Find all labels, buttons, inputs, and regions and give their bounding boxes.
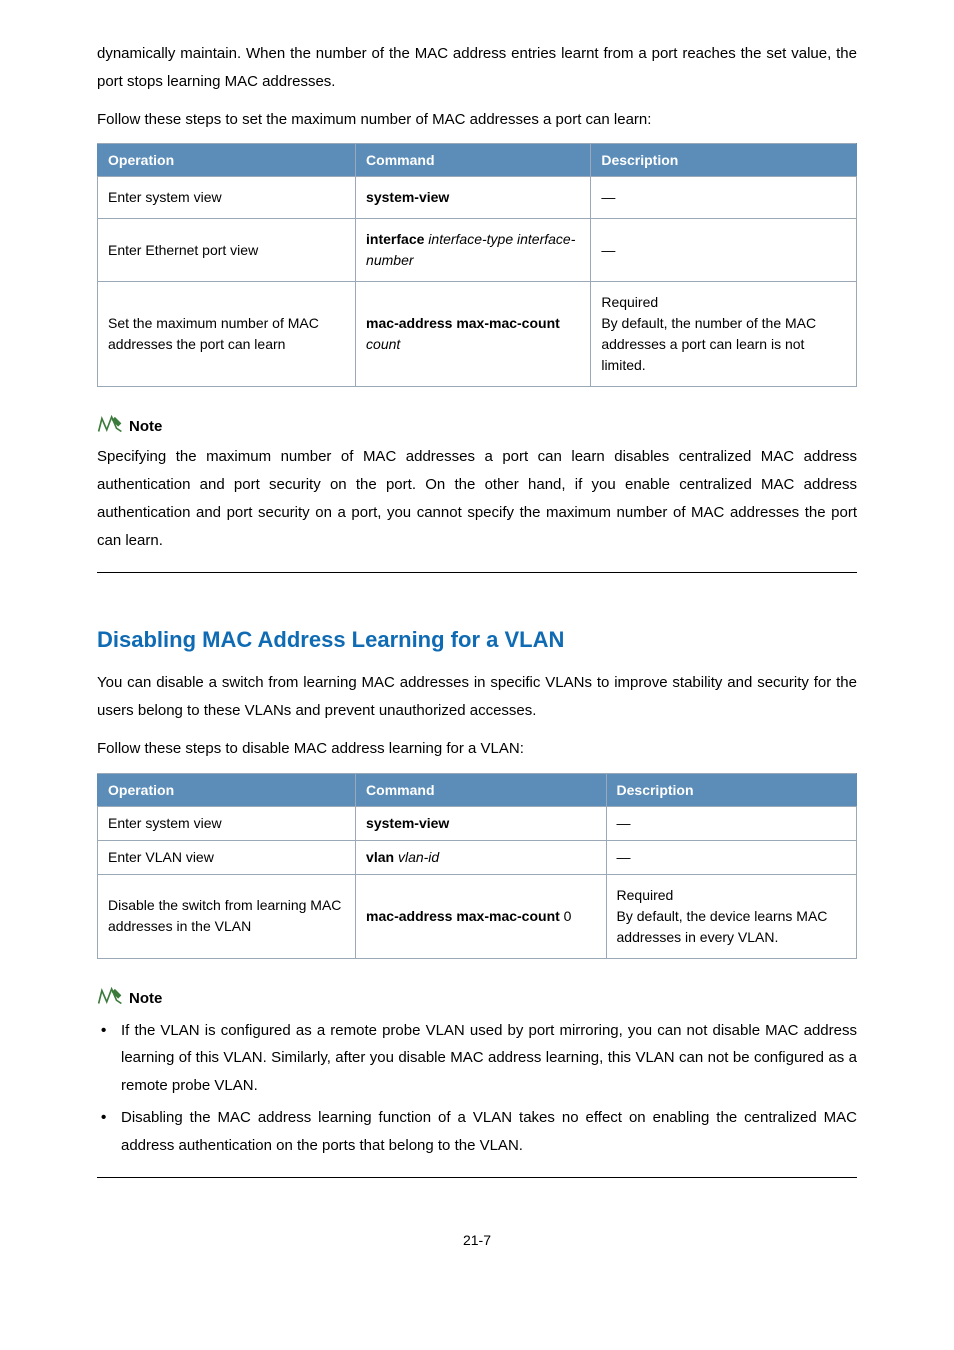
cmd-bold: vlan — [366, 849, 394, 865]
cmd-args: count — [366, 336, 400, 352]
page-number: 21-7 — [97, 1232, 857, 1248]
cell-operation: Enter system view — [98, 177, 356, 219]
list-item: If the VLAN is configured as a remote pr… — [97, 1017, 857, 1100]
cmd-bold: interface — [366, 231, 424, 247]
note-pencil-icon — [97, 415, 123, 435]
cell-command: system-view — [356, 177, 591, 219]
col-header-description: Description — [606, 773, 856, 806]
cell-description: Required By default, the number of the M… — [591, 282, 857, 387]
note-pencil-icon — [97, 987, 123, 1007]
section-heading: Disabling MAC Address Learning for a VLA… — [97, 627, 857, 653]
desc-required: Required — [601, 292, 846, 313]
note-header: Note — [97, 415, 857, 435]
cell-description: — — [606, 806, 856, 840]
col-header-operation: Operation — [98, 773, 356, 806]
section-paragraph-1: You can disable a switch from learning M… — [97, 669, 857, 725]
cell-description: Required By default, the device learns M… — [606, 874, 856, 958]
col-header-command: Command — [356, 773, 606, 806]
cell-command: mac-address max-mac-count count — [356, 282, 591, 387]
table-row: Enter Ethernet port view interface inter… — [98, 219, 857, 282]
desc-default: By default, the number of the MAC addres… — [601, 313, 846, 376]
table-row: Enter system view system-view — — [98, 177, 857, 219]
cmd-bold: system-view — [366, 189, 449, 205]
table-header-row: Operation Command Description — [98, 144, 857, 177]
cell-command: mac-address max-mac-count 0 — [356, 874, 606, 958]
cell-operation: Disable the switch from learning MAC add… — [98, 874, 356, 958]
command-table-2: Operation Command Description Enter syst… — [97, 773, 857, 959]
col-header-operation: Operation — [98, 144, 356, 177]
note-block-1: Note Specifying the maximum number of MA… — [97, 415, 857, 573]
page-container: dynamically maintain. When the number of… — [97, 0, 857, 1308]
cell-operation: Enter system view — [98, 806, 356, 840]
cell-description: — — [591, 177, 857, 219]
table-row: Disable the switch from learning MAC add… — [98, 874, 857, 958]
cell-operation: Enter Ethernet port view — [98, 219, 356, 282]
note-header: Note — [97, 987, 857, 1007]
desc-required: Required — [617, 885, 846, 906]
cell-description: — — [606, 840, 856, 874]
cell-command: system-view — [356, 806, 606, 840]
table-row: Enter system view system-view — — [98, 806, 857, 840]
list-item: Disabling the MAC address learning funct… — [97, 1104, 857, 1160]
cmd-bold: mac-address max-mac-count — [366, 908, 560, 924]
col-header-command: Command — [356, 144, 591, 177]
col-header-description: Description — [591, 144, 857, 177]
intro-paragraph-1: dynamically maintain. When the number of… — [97, 40, 857, 96]
note-body: Specifying the maximum number of MAC add… — [97, 443, 857, 554]
note-divider — [97, 572, 857, 573]
table-row: Enter VLAN view vlan vlan-id — — [98, 840, 857, 874]
command-table-1: Operation Command Description Enter syst… — [97, 143, 857, 387]
note-block-2: Note If the VLAN is configured as a remo… — [97, 987, 857, 1179]
cmd-bold: system-view — [366, 815, 449, 831]
note-list: If the VLAN is configured as a remote pr… — [97, 1017, 857, 1160]
cell-operation: Set the maximum number of MAC addresses … — [98, 282, 356, 387]
intro-paragraph-2: Follow these steps to set the maximum nu… — [97, 106, 857, 134]
table-row: Set the maximum number of MAC addresses … — [98, 282, 857, 387]
cell-operation: Enter VLAN view — [98, 840, 356, 874]
cell-command: interface interface-type interface-numbe… — [356, 219, 591, 282]
note-label: Note — [129, 418, 162, 435]
note-label: Note — [129, 990, 162, 1007]
table-header-row: Operation Command Description — [98, 773, 857, 806]
cell-command: vlan vlan-id — [356, 840, 606, 874]
section-paragraph-2: Follow these steps to disable MAC addres… — [97, 735, 857, 763]
cmd-bold: mac-address max-mac-count — [366, 315, 560, 331]
cmd-tail: 0 — [560, 908, 572, 924]
cmd-args: vlan-id — [394, 849, 439, 865]
cell-description: — — [591, 219, 857, 282]
note-divider — [97, 1177, 857, 1178]
desc-default: By default, the device learns MAC addres… — [617, 906, 846, 948]
